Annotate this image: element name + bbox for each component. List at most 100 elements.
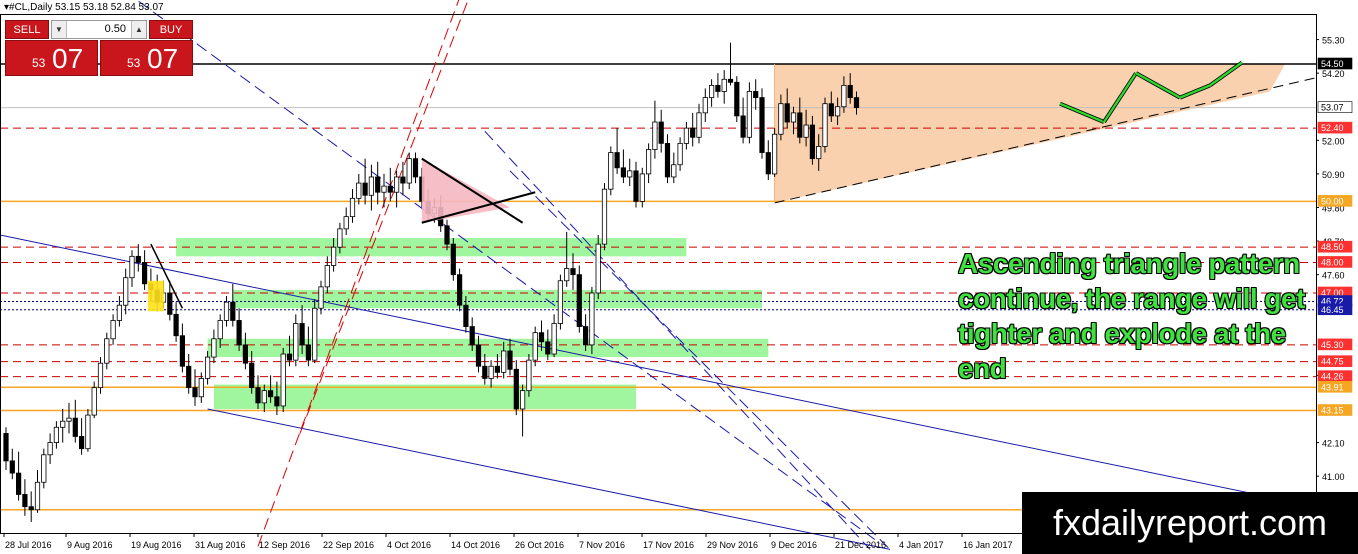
candle-body — [381, 185, 387, 193]
candle-body — [375, 176, 381, 193]
candle-body — [123, 277, 129, 306]
candle-body — [664, 142, 671, 178]
sell-button[interactable]: SELL — [5, 20, 49, 39]
sell-price-pips: 07 — [52, 43, 84, 74]
candle-body — [444, 225, 450, 245]
candle-body — [583, 326, 589, 346]
candle-body — [412, 158, 419, 178]
watermark-logo: fxdailyreport.com — [1022, 492, 1358, 554]
price-axis-label: 42.10 — [1322, 439, 1345, 449]
level-label-text: 43.15 — [1321, 406, 1344, 416]
candle-body — [658, 121, 664, 144]
candle-body — [324, 265, 330, 288]
candle-body — [192, 387, 198, 398]
candle-body — [759, 97, 765, 153]
candle-body — [709, 84, 715, 98]
candle-body — [204, 356, 211, 379]
candle-body — [646, 149, 652, 175]
candle-body — [526, 359, 532, 392]
time-axis-label: 21 Dec 2016 — [835, 540, 886, 550]
price-axis-label: 41.00 — [1322, 472, 1345, 482]
candle-body — [406, 158, 412, 184]
candle-body — [66, 417, 72, 422]
candle-body — [620, 167, 627, 178]
candle-body — [167, 292, 173, 315]
candle-body — [828, 103, 834, 117]
candle-body — [633, 170, 639, 202]
candle-body — [797, 112, 803, 138]
lot-decrease-icon[interactable]: ▼ — [52, 21, 67, 38]
candle-body — [337, 228, 343, 248]
lot-size-stepper[interactable]: ▼ 0.50 ▲ — [51, 20, 147, 39]
time-axis-label: 9 Dec 2016 — [771, 540, 817, 550]
time-axis-label: 16 Jan 2017 — [963, 540, 1013, 550]
price-axis-label: 54.20 — [1322, 69, 1345, 79]
candle-body — [173, 313, 179, 337]
trend-line — [509, 170, 891, 550]
candle-body — [501, 350, 507, 373]
level-label-text: 52.40 — [1321, 123, 1344, 133]
candle-body — [564, 268, 570, 282]
price-axis-label: 52.00 — [1322, 136, 1345, 146]
candle-body — [242, 344, 248, 364]
pattern-annotation: Ascending triangle pattern continue, the… — [958, 248, 1305, 384]
candle-body — [822, 103, 828, 147]
candle-body — [41, 454, 47, 483]
lot-increase-icon[interactable]: ▲ — [131, 21, 146, 38]
candle-body — [727, 78, 734, 83]
time-axis-label: 26 Oct 2016 — [515, 540, 564, 550]
trend-line — [136, 0, 881, 544]
candle-body — [267, 390, 274, 398]
candle-body — [179, 335, 185, 367]
time-axis-label: 14 Oct 2016 — [451, 540, 500, 550]
candle-body — [853, 97, 860, 109]
candle-body — [671, 164, 677, 178]
candle-body — [85, 414, 91, 450]
candle-body — [608, 152, 614, 190]
candle-body — [778, 103, 784, 135]
time-axis-label: 19 Aug 2016 — [131, 540, 182, 550]
candle-body — [576, 274, 582, 327]
time-axis-label: 7 Nov 2016 — [579, 540, 625, 550]
candle-body — [494, 365, 501, 373]
candle-body — [3, 433, 9, 462]
candle-body — [677, 142, 683, 166]
sell-price-box[interactable]: 53 07 — [5, 40, 98, 76]
candle-body — [532, 332, 538, 361]
candle-body — [356, 182, 362, 199]
candle-body — [614, 152, 620, 169]
candle-body — [482, 365, 488, 379]
candle-body — [305, 344, 312, 361]
level-label-text: 50.00 — [1321, 196, 1344, 206]
candle-body — [696, 112, 702, 138]
candle-body — [488, 365, 494, 379]
candle-body — [186, 365, 192, 389]
time-axis-label: 4 Jan 2017 — [899, 540, 944, 550]
candle-body — [211, 338, 217, 358]
candle-body — [765, 152, 771, 175]
candle-body — [286, 353, 293, 361]
candle-body — [753, 91, 759, 98]
candle-body — [589, 292, 595, 346]
time-axis-label: 4 Oct 2016 — [387, 540, 431, 550]
candle-body — [740, 115, 746, 138]
candle-body — [9, 460, 15, 474]
lot-size-value[interactable]: 0.50 — [68, 21, 130, 38]
buy-button[interactable]: BUY — [149, 20, 193, 39]
price-axis-label: 50.90 — [1322, 170, 1345, 180]
candle-body — [330, 246, 337, 266]
candle-body — [734, 81, 740, 117]
candle-body — [715, 84, 721, 92]
buy-price-box[interactable]: 53 07 — [100, 40, 193, 76]
candle-body — [601, 188, 608, 245]
candle-body — [72, 417, 78, 437]
candle-body — [456, 274, 463, 306]
candle-body — [249, 362, 255, 389]
candle-body — [595, 243, 601, 294]
candle-body — [104, 338, 110, 364]
candle-body — [702, 97, 708, 114]
level-label-text: 54.50 — [1321, 59, 1344, 69]
time-axis-label: 31 Aug 2016 — [195, 540, 246, 550]
candle-body — [772, 133, 778, 175]
candle-body — [721, 78, 727, 92]
